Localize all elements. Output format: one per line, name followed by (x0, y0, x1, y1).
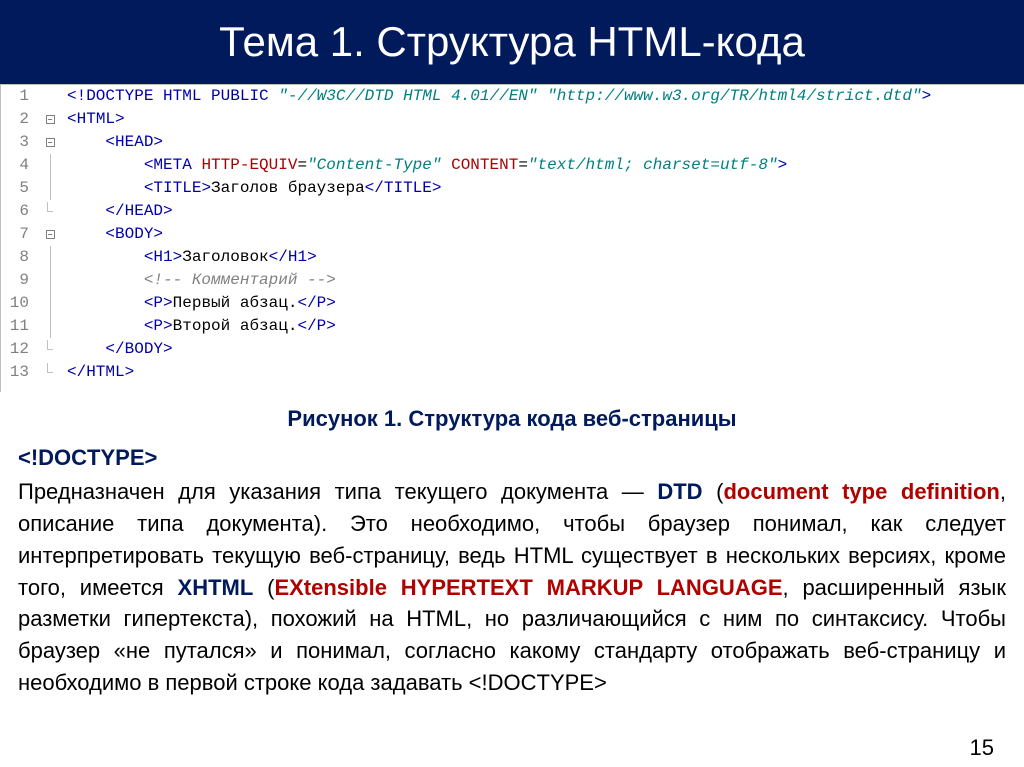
code-line: 7− <BODY> (1, 223, 1024, 246)
code-content: </BODY> (61, 338, 173, 361)
code-content: <H1>Заголовок</H1> (61, 246, 317, 269)
fold-gutter (39, 207, 61, 217)
code-content: <META HTTP-EQUIV="Content-Type" CONTENT=… (61, 154, 787, 177)
code-content: <HTML> (61, 108, 125, 131)
line-number: 9 (1, 269, 39, 292)
line-number: 5 (1, 177, 39, 200)
fold-gutter (39, 368, 61, 378)
page-number: 15 (970, 735, 994, 761)
fold-toggle-icon[interactable]: − (46, 138, 55, 147)
code-line: 3− <HEAD> (1, 131, 1024, 154)
code-content: </HTML> (61, 361, 134, 384)
line-number: 1 (1, 85, 39, 108)
code-line: 1 <!DOCTYPE HTML PUBLIC "-//W3C//DTD HTML… (1, 85, 1024, 108)
line-number: 10 (1, 292, 39, 315)
code-content: <!-- Комментарий --> (61, 269, 336, 292)
line-number: 6 (1, 200, 39, 223)
code-line: 2−<HTML> (1, 108, 1024, 131)
code-content: <!DOCTYPE HTML PUBLIC "-//W3C//DTD HTML … (61, 85, 931, 108)
fold-gutter (39, 177, 61, 200)
doctype-heading: <!DOCTYPE> (18, 442, 1006, 474)
code-content: <P>Первый абзац.</P> (61, 292, 336, 315)
code-line: 13 </HTML> (1, 361, 1024, 384)
code-line: 12 </BODY> (1, 338, 1024, 361)
fold-gutter: − (39, 230, 61, 239)
code-content: <TITLE>Заголов браузера</TITLE> (61, 177, 442, 200)
body-text: <!DOCTYPE> Предназначен для указания тип… (0, 442, 1024, 699)
line-number: 8 (1, 246, 39, 269)
paragraph: Предназначен для указания типа текущего … (18, 476, 1006, 699)
fold-gutter (39, 246, 61, 269)
fold-toggle-icon[interactable]: − (46, 115, 55, 124)
line-number: 2 (1, 108, 39, 131)
line-number: 13 (1, 361, 39, 384)
fold-gutter (39, 315, 61, 338)
code-line: 9 <!-- Комментарий --> (1, 269, 1024, 292)
fold-gutter (39, 345, 61, 355)
code-line: 6 </HEAD> (1, 200, 1024, 223)
line-number: 12 (1, 338, 39, 361)
line-number: 4 (1, 154, 39, 177)
code-content: <BODY> (61, 223, 163, 246)
code-line: 4 <META HTTP-EQUIV="Content-Type" CONTEN… (1, 154, 1024, 177)
fold-toggle-icon[interactable]: − (46, 230, 55, 239)
fold-gutter (39, 269, 61, 292)
code-line: 5 <TITLE>Заголов браузера</TITLE> (1, 177, 1024, 200)
line-number: 3 (1, 131, 39, 154)
code-line: 8 <H1>Заголовок</H1> (1, 246, 1024, 269)
figure-caption: Рисунок 1. Структура кода веб-страницы (0, 406, 1024, 432)
fold-gutter: − (39, 115, 61, 124)
fold-gutter (39, 292, 61, 315)
line-number: 11 (1, 315, 39, 338)
code-editor: 1 <!DOCTYPE HTML PUBLIC "-//W3C//DTD HTML… (0, 84, 1024, 392)
fold-gutter (39, 154, 61, 177)
code-content: <HEAD> (61, 131, 163, 154)
code-line: 11 <P>Второй абзац.</P> (1, 315, 1024, 338)
code-content: </HEAD> (61, 200, 173, 223)
code-line: 10 <P>Первый абзац.</P> (1, 292, 1024, 315)
fold-gutter: − (39, 138, 61, 147)
line-number: 7 (1, 223, 39, 246)
code-content: <P>Второй абзац.</P> (61, 315, 336, 338)
slide-title: Тема 1. Структура HTML-кода (0, 0, 1024, 84)
